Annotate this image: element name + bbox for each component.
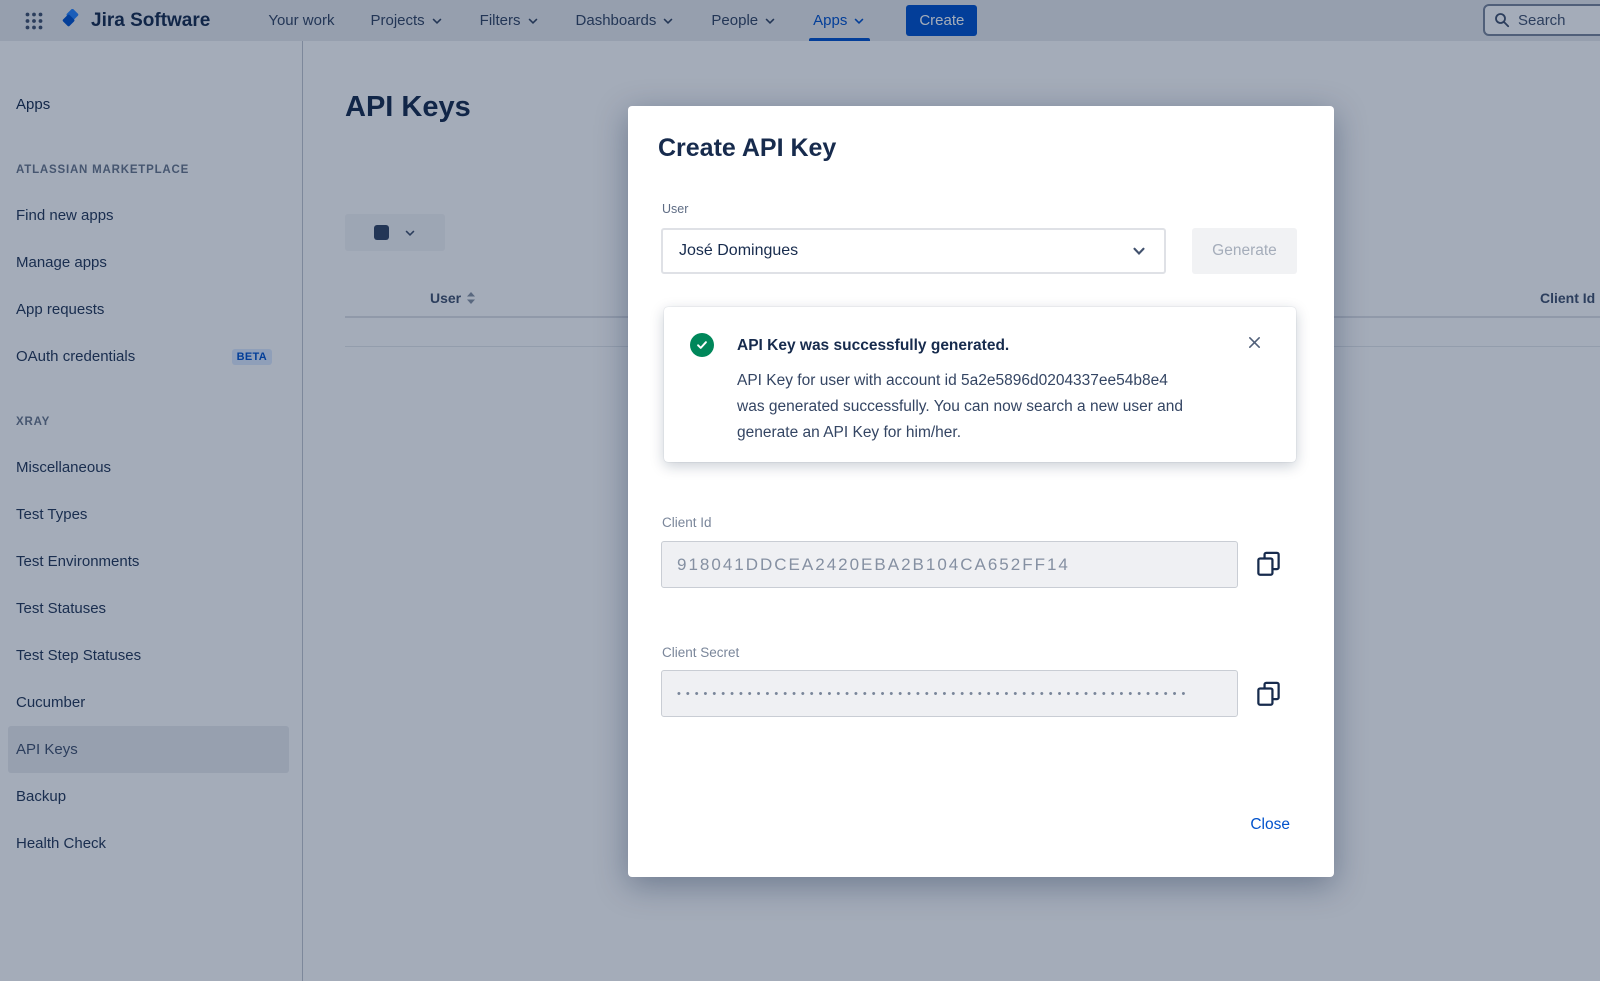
flag-body-line: generate an API Key for him/her.: [737, 420, 1282, 446]
user-label: User: [662, 202, 688, 216]
client-secret-field[interactable]: ••••••••••••••••••••••••••••••••••••••••…: [661, 670, 1238, 717]
success-check-icon: [690, 333, 714, 357]
selected-user-value: José Domingues: [679, 242, 798, 260]
flag-close-icon[interactable]: [1247, 335, 1262, 350]
flag-body-line: was generated successfully. You can now …: [737, 394, 1282, 420]
user-select[interactable]: José Domingues: [661, 228, 1166, 274]
flag-body: API Key for user with account id 5a2e589…: [737, 368, 1282, 446]
client-id-value: 918041DDCEA2420EBA2B104CA652FF14: [677, 555, 1070, 575]
client-id-label: Client Id: [662, 515, 712, 530]
create-api-key-modal: Create API Key User José Domingues Gener…: [628, 106, 1334, 877]
modal-title: Create API Key: [658, 134, 836, 163]
copy-client-id-icon[interactable]: [1255, 550, 1282, 577]
success-flag: API Key was successfully generated. API …: [664, 307, 1296, 462]
select-chevron-icon: [1130, 242, 1148, 260]
client-secret-label: Client Secret: [662, 645, 739, 660]
generate-button[interactable]: Generate: [1192, 228, 1297, 274]
client-id-field[interactable]: 918041DDCEA2420EBA2B104CA652FF14: [661, 541, 1238, 588]
client-secret-value: ••••••••••••••••••••••••••••••••••••••••…: [677, 688, 1190, 700]
flag-title: API Key was successfully generated.: [737, 337, 1009, 355]
close-button[interactable]: Close: [1250, 816, 1290, 834]
flag-body-line: API Key for user with account id 5a2e589…: [737, 368, 1282, 394]
copy-client-secret-icon[interactable]: [1255, 680, 1282, 707]
